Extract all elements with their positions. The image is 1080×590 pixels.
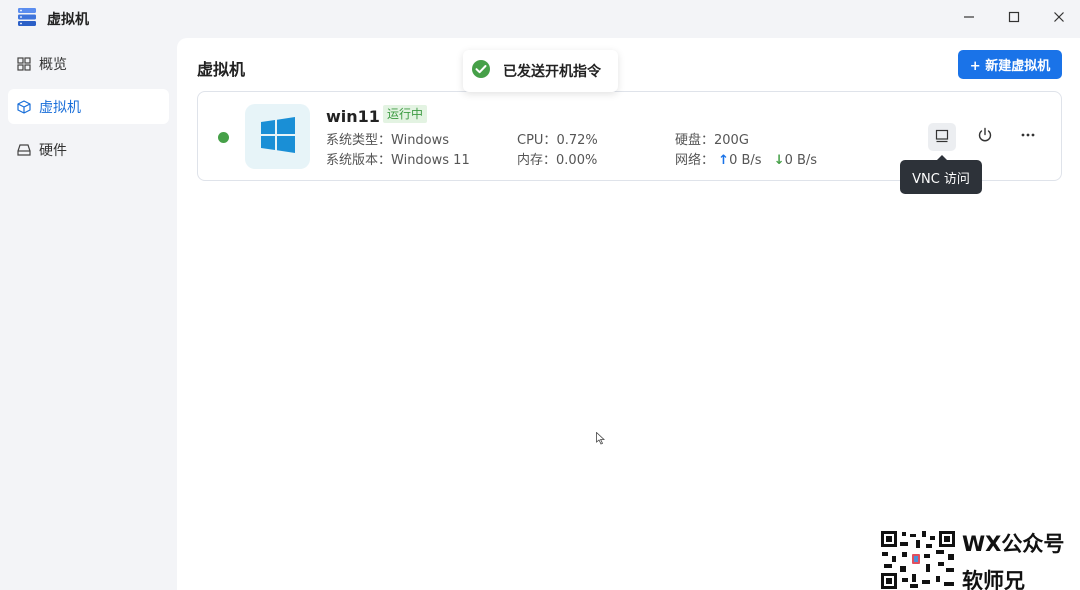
vnc-access-button[interactable] [928, 123, 956, 151]
status-badge: 运行中 [383, 105, 428, 123]
mouse-pointer-icon [596, 430, 606, 449]
os-type-value: Windows [391, 133, 450, 148]
title-bar: 虚拟机 [0, 0, 1080, 36]
monitor-icon [935, 128, 949, 147]
memory-row: 内存：0.00% [517, 149, 597, 168]
disk-value: 200G [714, 133, 749, 148]
more-horizontal-icon [1020, 127, 1036, 147]
toast-notification: 已发送开机指令 [463, 50, 618, 92]
arrow-down-icon: ↓ [773, 153, 785, 168]
qr-code-icon [880, 530, 956, 590]
sidebar-item-vm[interactable]: 虚拟机 [8, 89, 169, 124]
memory-label: 内存： [517, 153, 557, 168]
power-button[interactable] [971, 123, 999, 151]
maximize-button[interactable] [991, 0, 1037, 34]
vm-name[interactable]: win11 [326, 107, 380, 126]
cube-icon [17, 99, 31, 114]
new-vm-button[interactable]: + 新建虚拟机 [958, 50, 1062, 79]
close-button[interactable] [1036, 0, 1080, 34]
sidebar: 概览 虚拟机 硬件 [0, 38, 177, 590]
network-row: 网络： ↑0 B/s ↓0 B/s [675, 149, 817, 168]
minimize-button[interactable] [946, 0, 992, 34]
windows-logo-icon [260, 116, 296, 157]
disk-row: 硬盘：200G [675, 129, 749, 148]
sidebar-item-label: 虚拟机 [39, 99, 81, 116]
check-circle-icon [471, 59, 491, 83]
disk-label: 硬盘： [675, 133, 715, 148]
grid-icon [17, 56, 31, 71]
toast-text: 已发送开机指令 [503, 64, 601, 80]
watermark: WX公众号 软师兄 [880, 528, 1080, 590]
drive-icon [17, 143, 31, 157]
cpu-value: 0.72% [556, 133, 598, 148]
os-version-value: Windows 11 [391, 153, 470, 168]
server-stack-icon [17, 7, 37, 27]
watermark-line2: 软师兄 [962, 569, 1025, 590]
page-title: 虚拟机 [197, 60, 246, 79]
watermark-line1: WX公众号 [962, 532, 1065, 556]
net-down-value: 0 B/s [784, 153, 818, 168]
os-type-row: 系统类型：Windows [326, 129, 449, 148]
sidebar-item-hardware[interactable]: 硬件 [8, 132, 169, 167]
net-up-value: 0 B/s [729, 153, 762, 168]
network-label: 网络： [675, 153, 715, 168]
memory-value: 0.00% [556, 153, 598, 168]
cpu-label: CPU： [517, 133, 557, 148]
cpu-row: CPU：0.72% [517, 129, 598, 148]
arrow-up-icon: ↑ [718, 153, 730, 168]
running-status-dot [218, 132, 229, 143]
main-panel: 虚拟机 + 新建虚拟机 win11 运行中 系统类型：Windows 系统版本：… [177, 38, 1080, 590]
os-tile [245, 104, 310, 169]
minimize-icon [963, 8, 975, 27]
close-icon [1053, 8, 1065, 27]
sidebar-item-label: 硬件 [39, 142, 67, 159]
sidebar-item-overview[interactable]: 概览 [8, 46, 169, 81]
os-type-label: 系统类型： [326, 133, 392, 148]
power-icon [977, 127, 993, 147]
window-title: 虚拟机 [47, 12, 89, 28]
sidebar-item-label: 概览 [39, 56, 67, 73]
maximize-icon [1008, 8, 1020, 27]
os-version-label: 系统版本： [326, 153, 392, 168]
os-version-row: 系统版本：Windows 11 [326, 149, 470, 168]
more-options-button[interactable] [1014, 123, 1042, 151]
vnc-tooltip: VNC 访问 [900, 155, 982, 194]
